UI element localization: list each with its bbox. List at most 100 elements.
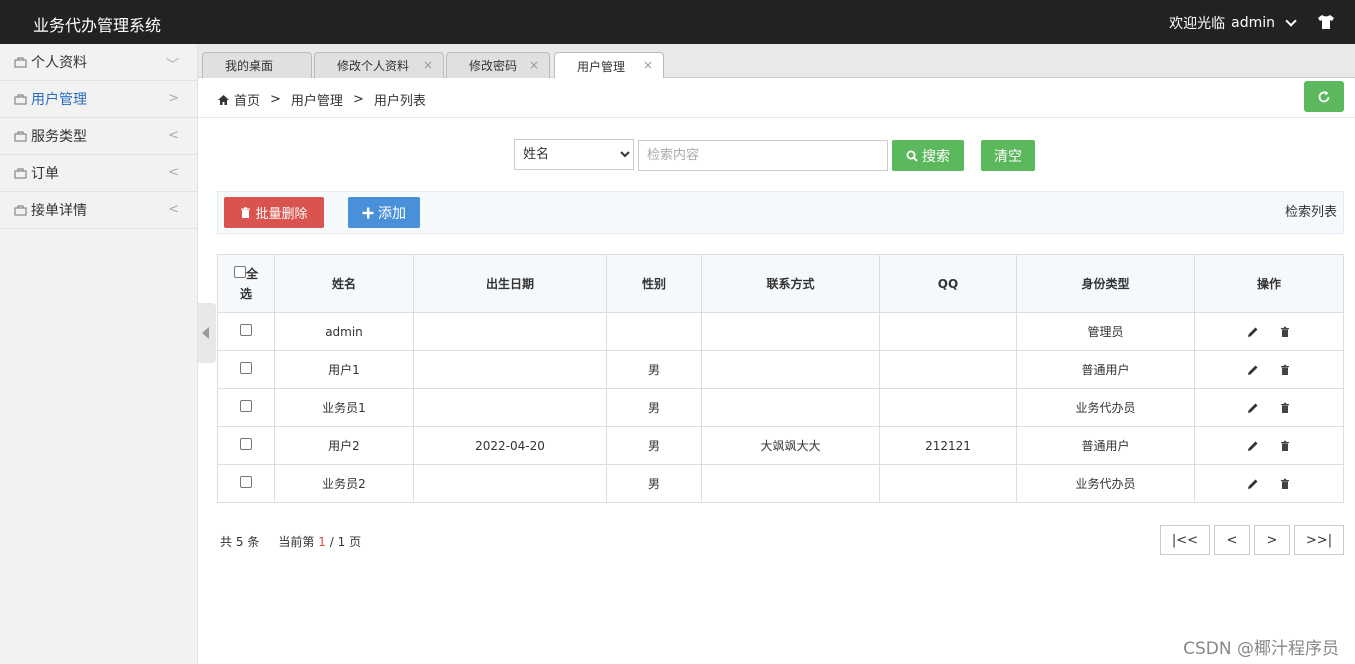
watermark: CSDN @椰汁程序员 (1183, 639, 1339, 659)
cell-contact (701, 312, 880, 351)
sidebar-item-profile[interactable]: 个人资料 ﹀ (0, 44, 197, 81)
column-header: 联系方式 (701, 254, 880, 313)
tab-label: 修改个人资料 (337, 59, 410, 73)
trash-icon (241, 206, 251, 218)
edit-pencil-icon[interactable] (1247, 478, 1259, 490)
row-actions (1194, 464, 1344, 503)
theme-shirt-icon[interactable] (1317, 14, 1335, 30)
sidebar: 个人资料 ﹀ 用户管理 > 服务类型 < 订单 < 接单详情 < (0, 44, 198, 664)
cell-gender: 男 (606, 388, 702, 427)
row-checkbox[interactable] (240, 400, 252, 412)
table-row: 用户1 男 普通用户 (217, 350, 1344, 389)
cell-type: 普通用户 (1016, 426, 1195, 465)
cell-name: 用户1 (274, 350, 414, 389)
cell-type: 业务代办员 (1016, 388, 1195, 427)
row-checkbox[interactable] (240, 362, 252, 374)
cell-gender (606, 312, 702, 351)
breadcrumb-separator: > (270, 92, 281, 107)
close-icon[interactable]: × (529, 58, 539, 72)
close-icon[interactable]: × (423, 58, 433, 72)
prev-page-button[interactable]: < (1214, 525, 1250, 555)
delete-trash-icon[interactable] (1279, 402, 1291, 414)
breadcrumb-section[interactable]: 用户管理 (291, 90, 343, 109)
row-select-cell (217, 350, 275, 389)
tab-bar: 我的桌面 修改个人资料 × 修改密码 × 用户管理 × (198, 44, 1355, 79)
edit-pencil-icon[interactable] (1247, 364, 1259, 376)
row-checkbox[interactable] (240, 438, 252, 450)
pages-suffix: 页 (349, 535, 362, 549)
first-page-button[interactable]: |<< (1160, 525, 1210, 555)
pagination: |<< < > >>| (1160, 525, 1344, 555)
column-header: 出生日期 (413, 254, 607, 313)
column-header: 性别 (606, 254, 702, 313)
search-input[interactable] (638, 140, 888, 171)
delete-trash-icon[interactable] (1279, 478, 1291, 490)
tab-user-management[interactable]: 用户管理 × (554, 52, 664, 79)
clear-button[interactable]: 清空 (981, 140, 1035, 171)
delete-trash-icon[interactable] (1279, 364, 1291, 376)
select-all-label: 全 (245, 266, 258, 281)
next-page-button[interactable]: > (1254, 525, 1290, 555)
edit-pencil-icon[interactable] (1247, 440, 1259, 452)
cell-birth: 2022-04-20 (413, 426, 607, 465)
sidebar-item-orders[interactable]: 订单 < (0, 155, 197, 192)
tab-change-password[interactable]: 修改密码 × (446, 52, 550, 78)
cell-birth (413, 464, 607, 503)
batch-delete-button[interactable]: 批量删除 (224, 197, 324, 228)
sidebar-item-label: 个人资料 (31, 55, 87, 71)
row-select-cell (217, 426, 275, 465)
cell-gender: 男 (606, 464, 702, 503)
app-title: 业务代办管理系统 (33, 16, 162, 35)
tab-desktop[interactable]: 我的桌面 (202, 52, 312, 78)
sidebar-item-label: 用户管理 (31, 92, 87, 108)
chevron-left-icon: < (168, 202, 179, 217)
cell-name: admin (274, 312, 414, 351)
add-button[interactable]: 添加 (348, 197, 420, 228)
refresh-button[interactable] (1304, 81, 1344, 112)
delete-trash-icon[interactable] (1279, 440, 1291, 452)
sidebar-item-order-details[interactable]: 接单详情 < (0, 192, 197, 229)
cell-birth (413, 312, 607, 351)
search-field-select[interactable]: 姓名 (514, 139, 634, 170)
list-label: 检索列表 (1284, 205, 1337, 220)
row-checkbox[interactable] (240, 476, 252, 488)
toolbar: 批量删除 添加 检索列表 (217, 191, 1344, 234)
edit-pencil-icon[interactable] (1247, 402, 1259, 414)
cell-contact: 大飒飒大大 (701, 426, 880, 465)
edit-pencil-icon[interactable] (1247, 326, 1259, 338)
table-row: 业务员2 男 业务代办员 (217, 464, 1344, 503)
page-slash: / (329, 535, 334, 549)
plus-icon (362, 207, 374, 218)
bag-icon (14, 57, 27, 68)
cell-qq (879, 388, 1017, 427)
cell-contact (701, 464, 880, 503)
row-actions (1194, 350, 1344, 389)
select-all-checkbox[interactable] (233, 265, 246, 278)
breadcrumb-separator: > (352, 92, 364, 107)
chevron-left-icon: < (168, 165, 179, 180)
breadcrumb-home[interactable]: 首页 (234, 90, 260, 109)
sidebar-item-users[interactable]: 用户管理 > (0, 81, 197, 118)
user-menu[interactable]: 欢迎光临 admin (1169, 13, 1297, 33)
total-prefix: 共 (220, 535, 233, 549)
select-all-header[interactable]: 全 选 (217, 254, 275, 313)
home-icon (218, 94, 229, 105)
cell-birth (413, 350, 607, 389)
search-icon (906, 150, 918, 162)
user-table: 全 选 姓名 出生日期 性别 联系方式 QQ 身份类型 操作 admin 管理员用… (217, 254, 1344, 503)
search-button[interactable]: 搜索 (892, 140, 964, 171)
tab-edit-profile[interactable]: 修改个人资料 × (314, 52, 444, 78)
bag-icon (14, 168, 27, 179)
row-checkbox[interactable] (240, 324, 252, 336)
cell-qq (879, 312, 1017, 351)
cell-name: 用户2 (274, 426, 414, 465)
delete-trash-icon[interactable] (1279, 326, 1291, 338)
last-page-button[interactable]: >>| (1294, 525, 1344, 555)
tab-label: 修改密码 (469, 59, 518, 73)
sidebar-collapse-handle[interactable] (198, 303, 216, 363)
close-icon[interactable]: × (643, 58, 653, 72)
table-header-row: 全 选 姓名 出生日期 性别 联系方式 QQ 身份类型 操作 (217, 254, 1344, 313)
sidebar-item-service-types[interactable]: 服务类型 < (0, 118, 197, 155)
total-count: 5 (235, 535, 244, 549)
column-header: 操作 (1194, 254, 1344, 313)
